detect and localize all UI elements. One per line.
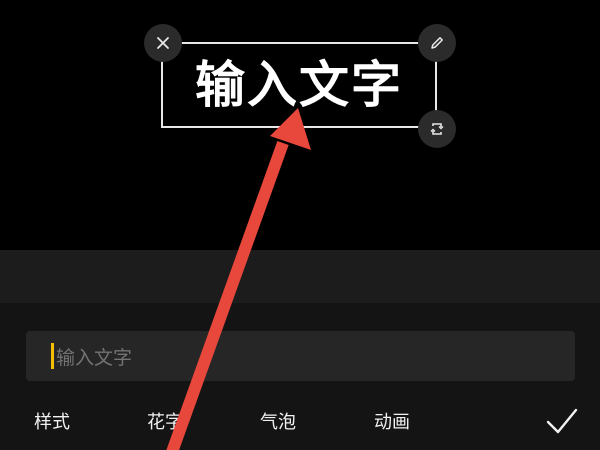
text-style-tabs: 样式 花字 气泡 动画 bbox=[0, 400, 600, 440]
rotate-scale-handle[interactable] bbox=[418, 110, 456, 148]
video-preview-canvas: 输入文字 bbox=[0, 0, 600, 250]
tab-style[interactable]: 样式 bbox=[34, 408, 70, 434]
text-input-placeholder: 输入文字 bbox=[56, 346, 133, 369]
checkmark-icon[interactable] bbox=[545, 405, 579, 439]
text-overlay-box[interactable]: 输入文字 bbox=[161, 42, 437, 128]
timeline-strip bbox=[0, 250, 600, 303]
text-input-field[interactable]: 输入文字 bbox=[26, 331, 575, 381]
tab-bubble[interactable]: 气泡 bbox=[260, 408, 296, 434]
edit-text-handle[interactable] bbox=[418, 24, 456, 62]
tab-fancy-text[interactable]: 花字 bbox=[147, 408, 183, 434]
pencil-icon bbox=[431, 37, 443, 49]
close-icon bbox=[157, 37, 169, 49]
tab-animation[interactable]: 动画 bbox=[374, 408, 410, 434]
delete-text-handle[interactable] bbox=[144, 24, 182, 62]
text-cursor bbox=[51, 343, 54, 369]
text-overlay[interactable]: 输入文字 bbox=[195, 60, 403, 110]
rotate-icon bbox=[430, 123, 444, 135]
